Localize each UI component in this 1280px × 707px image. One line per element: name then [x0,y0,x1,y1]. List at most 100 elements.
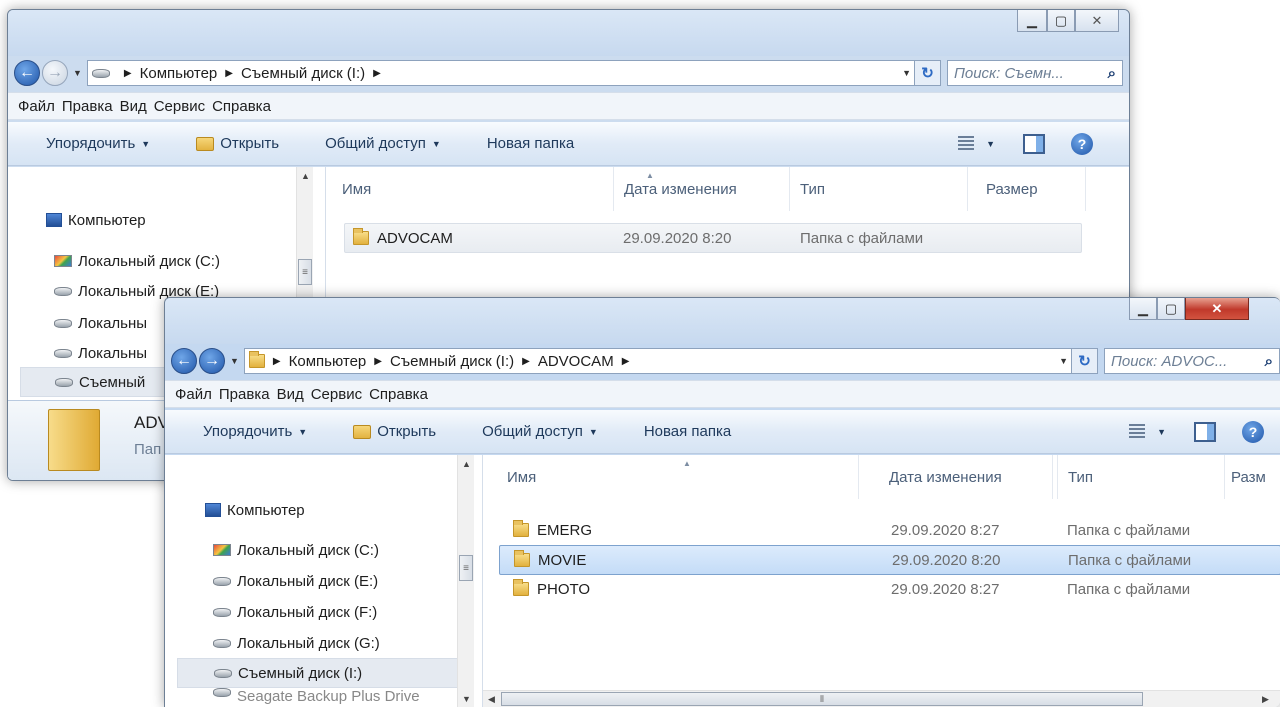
file-row-photo[interactable]: PHOTO 29.09.2020 8:27 Папка с файлами [499,574,1280,604]
nav-item-drive-g[interactable]: Локальный диск (G:) [213,628,380,658]
nav-item-drive-c[interactable]: Локальный диск (C:) [213,535,379,565]
preview-pane-icon[interactable] [1194,421,1216,442]
search-box[interactable]: Поиск: Съемн... ⌕ [947,60,1123,86]
nav-item-computer[interactable]: Компьютер [46,205,146,235]
scroll-thumb[interactable]: ⦀ [501,692,1143,706]
share-label: Общий доступ [482,423,583,440]
file-type: Папка с файлами [1068,551,1192,569]
minimize-button[interactable]: ▁ [1017,10,1047,32]
help-icon[interactable]: ? [1071,132,1093,155]
refresh-button[interactable]: ↻ [915,60,941,86]
address-history-dropdown[interactable]: ▼ [902,68,911,78]
search-box[interactable]: Поиск: ADVOC... ⌕ [1104,348,1280,374]
scroll-thumb[interactable]: ≡ [459,555,473,581]
address-history-dropdown[interactable]: ▼ [1059,356,1068,366]
horizontal-scrollbar[interactable]: ◀ ⦀ ▶ [483,690,1280,707]
minimize-button[interactable]: ▁ [1129,298,1157,320]
organize-button[interactable]: Упорядочить ▼ [203,423,307,440]
new-folder-label: Новая папка [486,135,575,152]
breadcrumb-advocam[interactable]: ADVOCAM [538,353,614,370]
refresh-button[interactable]: ↻ [1072,348,1098,374]
nav-item-computer[interactable]: Компьютер [205,495,305,525]
column-header-type[interactable]: Тип [1057,455,1225,499]
share-button[interactable]: Общий доступ ▼ [325,135,441,152]
maximize-button[interactable]: ▢ [1047,10,1075,32]
menu-file[interactable]: Файл [175,386,212,403]
view-options-icon[interactable] [958,135,975,152]
forward-button[interactable]: → [42,60,68,86]
view-dropdown-icon[interactable]: ▼ [986,139,995,149]
organize-button[interactable]: Упорядочить ▼ [46,135,150,152]
scroll-right-icon[interactable]: ▶ [1257,691,1274,707]
view-options-icon[interactable] [1129,423,1146,440]
column-header-date[interactable]: Дата изменения [889,455,1053,499]
column-header-size[interactable]: Размер [976,167,1086,211]
recent-pages-dropdown[interactable]: ▼ [230,356,239,366]
preview-pane-icon[interactable] [1023,133,1045,154]
nav-item-drive-f[interactable]: Локальный диск (F:) [213,597,377,627]
scroll-up-icon[interactable]: ▲ [458,455,475,472]
menu-view[interactable]: Вид [120,98,147,115]
menu-tools[interactable]: Сервис [154,98,205,115]
menu-help[interactable]: Справка [369,386,428,403]
new-folder-button[interactable]: Новая папка [487,135,574,152]
breadcrumb-removable-disk[interactable]: Съемный диск (I:) [241,65,365,82]
nav-item-removable-disk[interactable]: Съемный диск (I:) [177,658,465,688]
breadcrumb-separator-icon[interactable]: ▶ [373,68,381,79]
back-button[interactable]: ← [171,348,197,374]
maximize-icon: ▢ [1164,300,1178,316]
column-header-size[interactable]: Разм [1229,455,1280,499]
nav-scrollbar[interactable]: ▲ ≡ ▼ [457,455,474,707]
drive-icon [54,348,72,358]
nav-label: Локальный диск (C:) [237,541,379,559]
forward-button[interactable]: → [199,348,225,374]
column-header-date[interactable]: Дата изменения [624,167,790,211]
column-header-name[interactable]: Имя [342,167,614,211]
search-icon: ⌕ [1107,64,1116,82]
open-label: Открыть [220,135,280,152]
menu-edit[interactable]: Правка [219,386,270,403]
menu-help[interactable]: Справка [212,98,271,115]
breadcrumb-separator-icon[interactable]: ▶ [124,68,132,79]
breadcrumb-separator-icon[interactable]: ▶ [622,356,630,367]
column-label: Размер [986,180,1038,198]
address-bar[interactable]: ▶ Компьютер ▶ Съемный диск (I:) ▶ ADVOCA… [243,348,1072,374]
menu-view[interactable]: Вид [277,386,304,403]
nav-item-drive-f[interactable]: Локальны [54,308,147,338]
nav-item-seagate[interactable]: Seagate Backup Plus Drive [213,688,420,707]
file-row-emerg[interactable]: EMERG 29.09.2020 8:27 Папка с файлами [499,515,1280,545]
address-bar[interactable]: ▶ Компьютер ▶ Съемный диск (I:) ▶ ▼ [86,60,915,86]
breadcrumb-separator-icon[interactable]: ▶ [374,356,382,367]
menu-edit[interactable]: Правка [62,98,113,115]
file-type: Папка с файлами [800,229,924,247]
breadcrumb-removable-disk[interactable]: Съемный диск (I:) [390,353,514,370]
column-header-type[interactable]: Тип [800,167,968,211]
scroll-down-icon[interactable]: ▼ [458,690,475,707]
open-button[interactable]: Открыть [353,423,436,440]
nav-item-drive-g[interactable]: Локальны [54,338,147,368]
file-row-advocam[interactable]: ADVOCAM 29.09.2020 8:20 Папка с файлами [344,223,1082,253]
back-button[interactable]: ← [14,60,40,86]
breadcrumb-separator-icon[interactable]: ▶ [522,356,530,367]
breadcrumb-separator-icon[interactable]: ▶ [273,356,281,367]
new-folder-button[interactable]: Новая папка [644,423,731,440]
scroll-left-icon[interactable]: ◀ [483,691,500,707]
nav-item-drive-e[interactable]: Локальный диск (E:) [213,566,378,596]
scroll-up-icon[interactable]: ▲ [297,167,314,184]
share-button[interactable]: Общий доступ ▼ [482,423,598,440]
view-dropdown-icon[interactable]: ▼ [1157,427,1166,437]
help-icon[interactable]: ? [1242,420,1264,443]
maximize-button[interactable]: ▢ [1157,298,1185,320]
nav-item-drive-c[interactable]: Локальный диск (C:) [54,246,220,276]
close-button[interactable]: ✕ [1185,298,1249,320]
scroll-thumb[interactable]: ≡ [298,259,312,285]
breadcrumb-computer[interactable]: Компьютер [140,65,218,82]
file-row-movie[interactable]: MOVIE 29.09.2020 8:20 Папка с файлами [499,545,1280,575]
open-button[interactable]: Открыть [196,135,279,152]
breadcrumb-separator-icon[interactable]: ▶ [225,68,233,79]
menu-file[interactable]: Файл [18,98,55,115]
recent-pages-dropdown[interactable]: ▼ [73,68,82,78]
breadcrumb-computer[interactable]: Компьютер [289,353,367,370]
menu-tools[interactable]: Сервис [311,386,362,403]
close-button[interactable]: ✕ [1075,10,1119,32]
